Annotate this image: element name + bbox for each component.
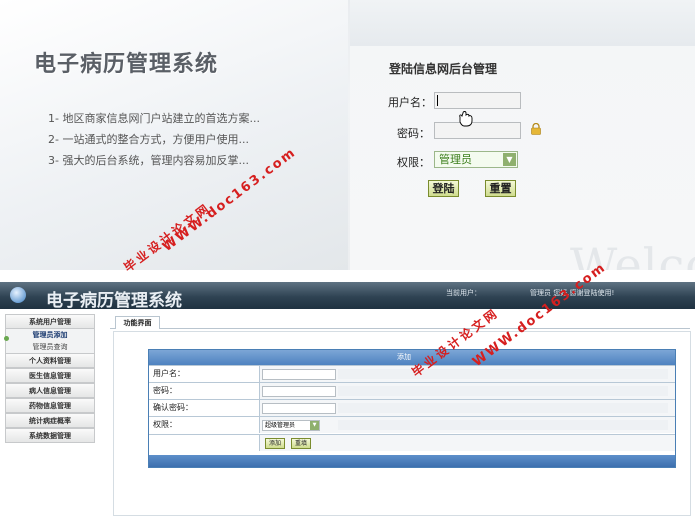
- chevron-down-icon[interactable]: ▼: [310, 421, 319, 430]
- form-username-cell: [260, 366, 675, 382]
- lock-icon: [531, 123, 541, 135]
- sidebar-item-admin-add[interactable]: 管理员添加: [5, 329, 95, 341]
- form-username-input[interactable]: [262, 369, 336, 380]
- form-row-role: 权限： 超级管理员 ▼: [149, 416, 675, 434]
- form-buttons-cell: 添加 重填: [260, 435, 675, 451]
- slogan-3: 3- 强大的后台系统，管理内容易加反掌...: [48, 154, 249, 167]
- sidebar-item-system-users[interactable]: 系统用户管理: [5, 314, 95, 329]
- logo-orb-icon: [10, 287, 26, 303]
- reset-button[interactable]: 重置: [485, 180, 516, 197]
- form-row-fill: [338, 386, 668, 396]
- form-password-cell: [260, 383, 675, 399]
- refill-button[interactable]: 重填: [291, 438, 311, 449]
- form-role-label: 权限：: [149, 417, 260, 433]
- login-button[interactable]: 登陆: [428, 180, 459, 197]
- login-top-band: [350, 0, 695, 46]
- sidebar-item-profile[interactable]: 个人资料管理: [5, 353, 95, 368]
- form-confirm-label: 确认密码：: [149, 400, 260, 416]
- sidebar-item-drugs[interactable]: 药物信息管理: [5, 398, 95, 413]
- login-screenshot: 电子病历管理系统 1- 地区商家信息网门户站建立的首选方案... 2- 一站通式…: [0, 0, 695, 270]
- form-row-fill: [338, 369, 668, 379]
- form-password-label: 密码：: [149, 383, 260, 399]
- sidebar-item-doctors[interactable]: 医生信息管理: [5, 368, 95, 383]
- role-select[interactable]: 管理员 ▼: [434, 151, 518, 168]
- add-button[interactable]: 添加: [265, 438, 285, 449]
- password-input[interactable]: [434, 122, 521, 139]
- sidebar: 系统用户管理 管理员添加 管理员查询 个人资料管理 医生信息管理 病人信息管理 …: [4, 314, 95, 443]
- sidebar-item-statistics[interactable]: 统计病症概率: [5, 413, 95, 428]
- form-confirm-cell: [260, 400, 675, 416]
- form-role-cell: 超级管理员 ▼: [260, 417, 675, 433]
- form-row-fill: [338, 403, 668, 413]
- admin-header-title: 电子病历管理系统: [46, 291, 182, 311]
- form-row-password: 密码：: [149, 382, 675, 399]
- role-select-value: 管理员: [439, 153, 472, 166]
- sidebar-item-patients[interactable]: 病人信息管理: [5, 383, 95, 398]
- tab-bar: 功能界面: [110, 316, 690, 329]
- bullet-icon: [4, 336, 9, 341]
- sidebar-item-admin-query[interactable]: 管理员查询: [5, 341, 95, 353]
- form-confirm-input[interactable]: [262, 403, 336, 414]
- form-buttons-spacer: [149, 435, 260, 451]
- role-label: 权限：: [397, 156, 430, 169]
- tab-function-view[interactable]: 功能界面: [115, 316, 160, 329]
- form-footer: [149, 455, 675, 467]
- form-row-fill: [338, 420, 668, 430]
- username-input[interactable]: [434, 92, 521, 109]
- welcome-background-text: Welco: [570, 238, 695, 270]
- form-header-title: 添加: [397, 353, 411, 361]
- password-label: 密码：: [397, 127, 430, 140]
- slogan-1: 1- 地区商家信息网门户站建立的首选方案...: [48, 112, 260, 125]
- login-brand-title: 电子病历管理系统: [34, 51, 219, 77]
- hand-cursor-icon: [459, 111, 473, 127]
- sidebar-item-system-data[interactable]: 系统数据管理: [5, 428, 95, 443]
- current-user-label: 当前用户：: [446, 289, 481, 297]
- form-row-confirm: 确认密码：: [149, 399, 675, 416]
- login-form-title: 登陆信息网后台管理: [389, 62, 498, 76]
- form-password-input[interactable]: [262, 386, 336, 397]
- username-label: 用户名：: [388, 96, 432, 109]
- form-username-label: 用户名：: [149, 366, 260, 382]
- form-role-select[interactable]: 超级管理员 ▼: [262, 420, 320, 431]
- admin-header: 电子病历管理系统 当前用户： 管理员 您好,感谢登陆使用!: [0, 282, 695, 311]
- slogan-2: 2- 一站通式的整合方式，方便用户使用...: [48, 133, 249, 146]
- form-row-buttons: 添加 重填: [149, 434, 675, 453]
- chevron-down-icon[interactable]: ▼: [503, 153, 516, 166]
- form-role-value: 超级管理员: [265, 422, 296, 429]
- admin-screenshot: 电子病历管理系统 当前用户： 管理员 您好,感谢登陆使用! 系统用户管理 管理员…: [0, 282, 695, 516]
